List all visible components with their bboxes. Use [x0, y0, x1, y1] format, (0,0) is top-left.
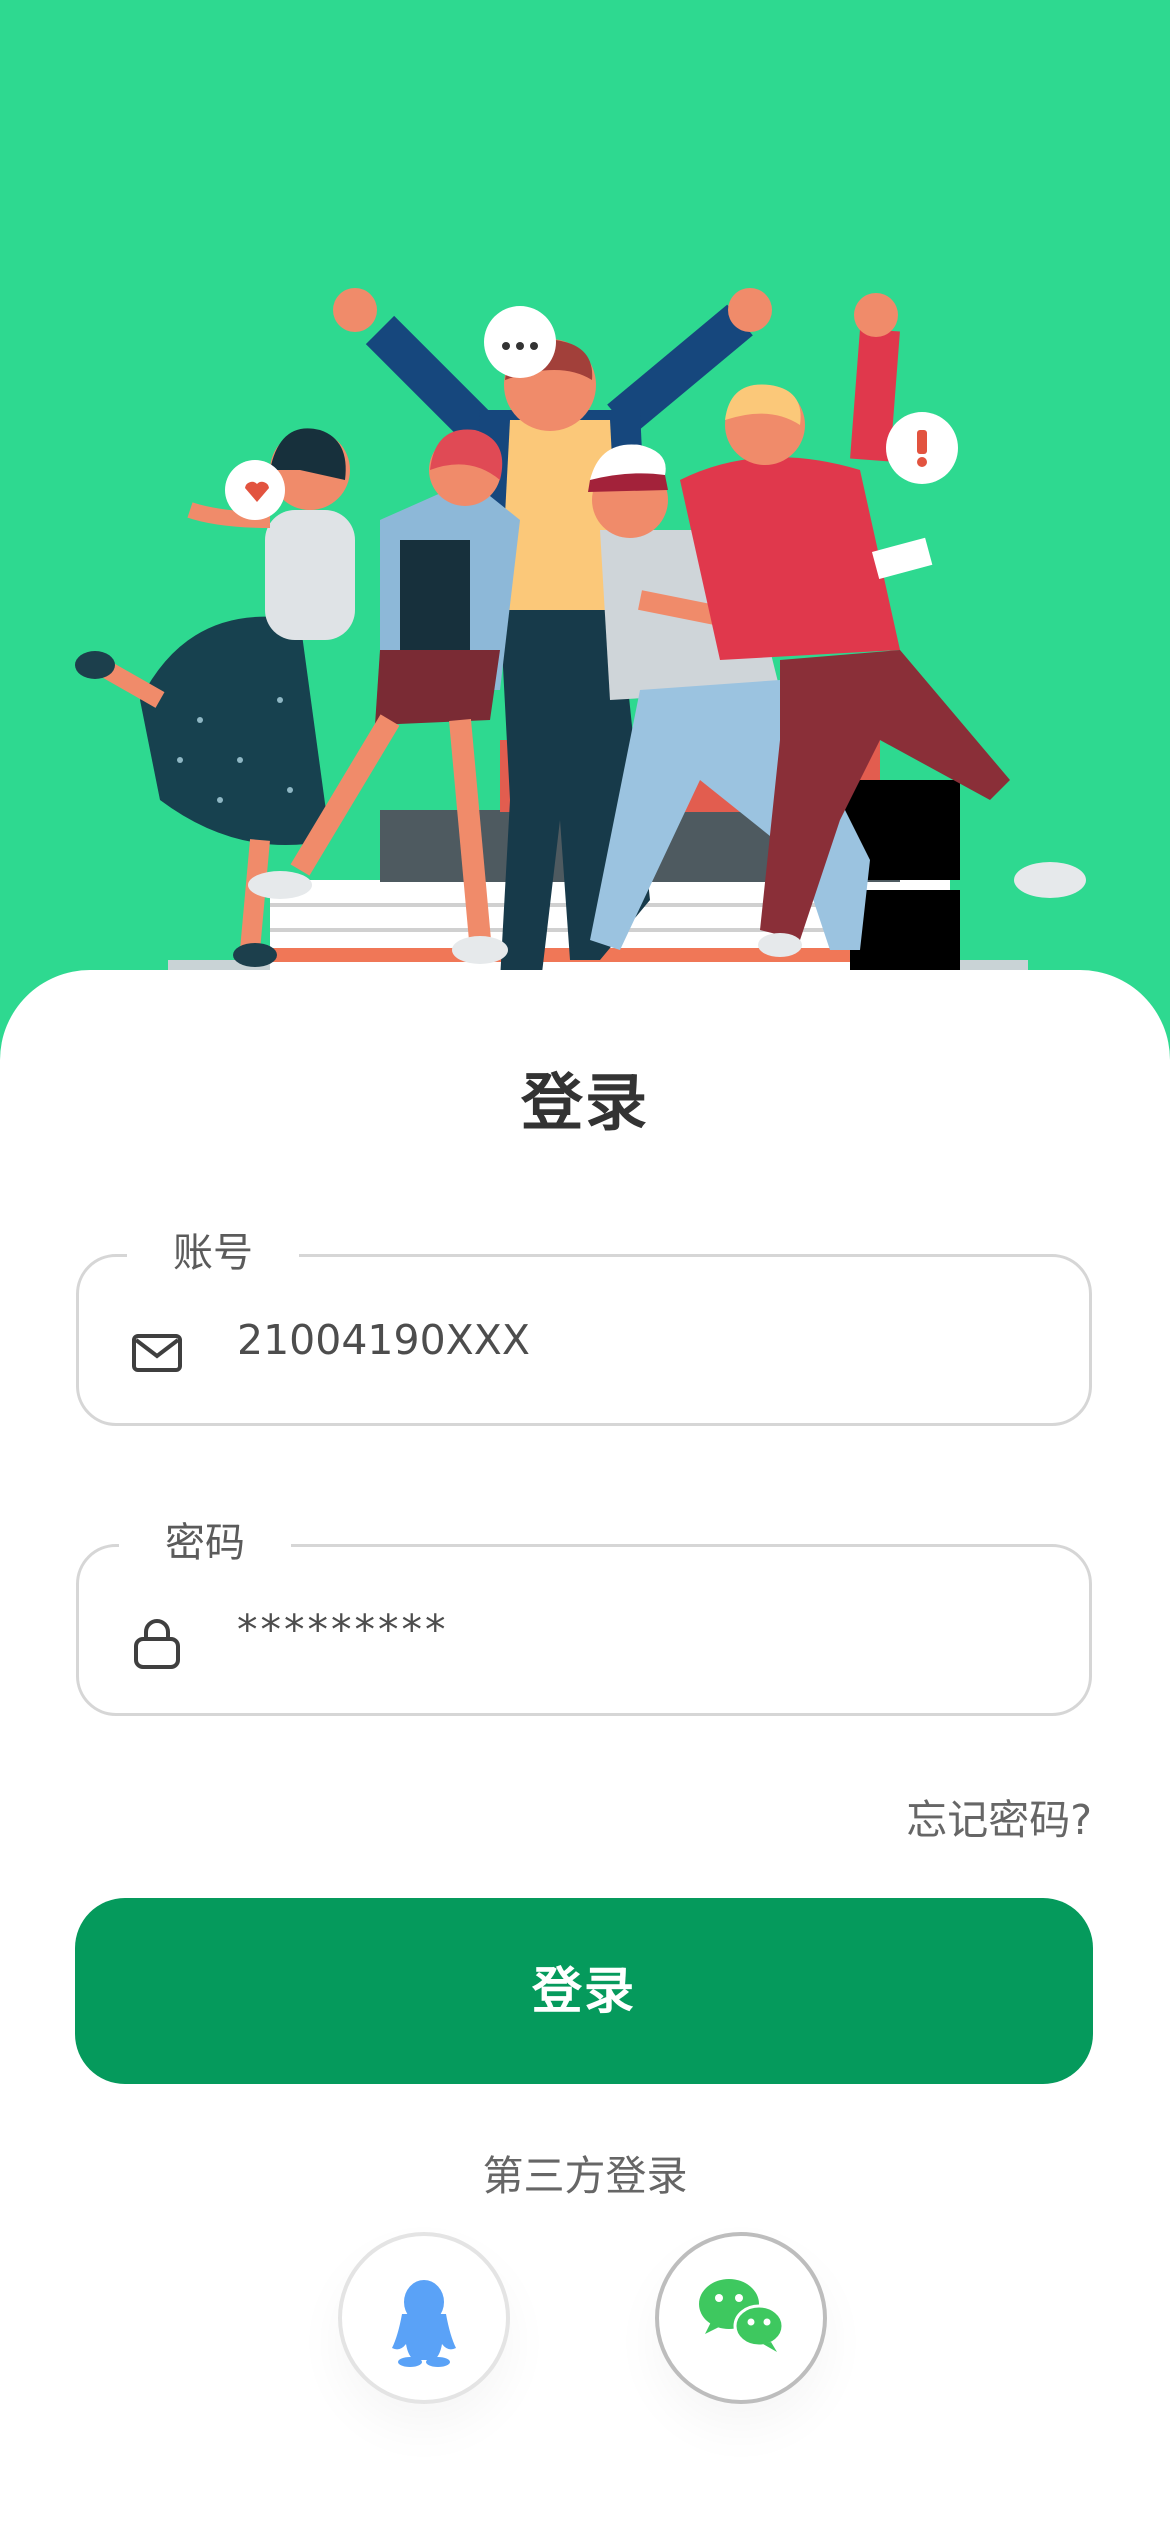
login-sheet [0, 970, 1170, 2532]
mail-icon [131, 1327, 183, 1379]
third-party-login-label: 第三方登录 [482, 2152, 688, 2200]
hero-banner [0, 0, 1170, 1000]
wechat-login-button[interactable] [655, 2232, 827, 2404]
account-input[interactable] [237, 1257, 1017, 1423]
qq-login-button[interactable] [338, 2232, 510, 2404]
forgot-password-link[interactable]: 忘记密码? [906, 1786, 1092, 1846]
login-button[interactable]: 登录 [75, 1898, 1093, 2084]
password-field[interactable]: 密码 ********* [76, 1515, 1092, 1716]
password-input[interactable]: ********* [237, 1547, 1017, 1713]
wechat-icon [699, 2279, 785, 2352]
qq-penguin-icon [392, 2280, 456, 2367]
lock-icon [131, 1617, 183, 1669]
account-field[interactable]: 账号 [76, 1225, 1092, 1426]
celebrating-people-illustration [75, 288, 1086, 990]
page-title: 登录 [520, 1066, 649, 1139]
